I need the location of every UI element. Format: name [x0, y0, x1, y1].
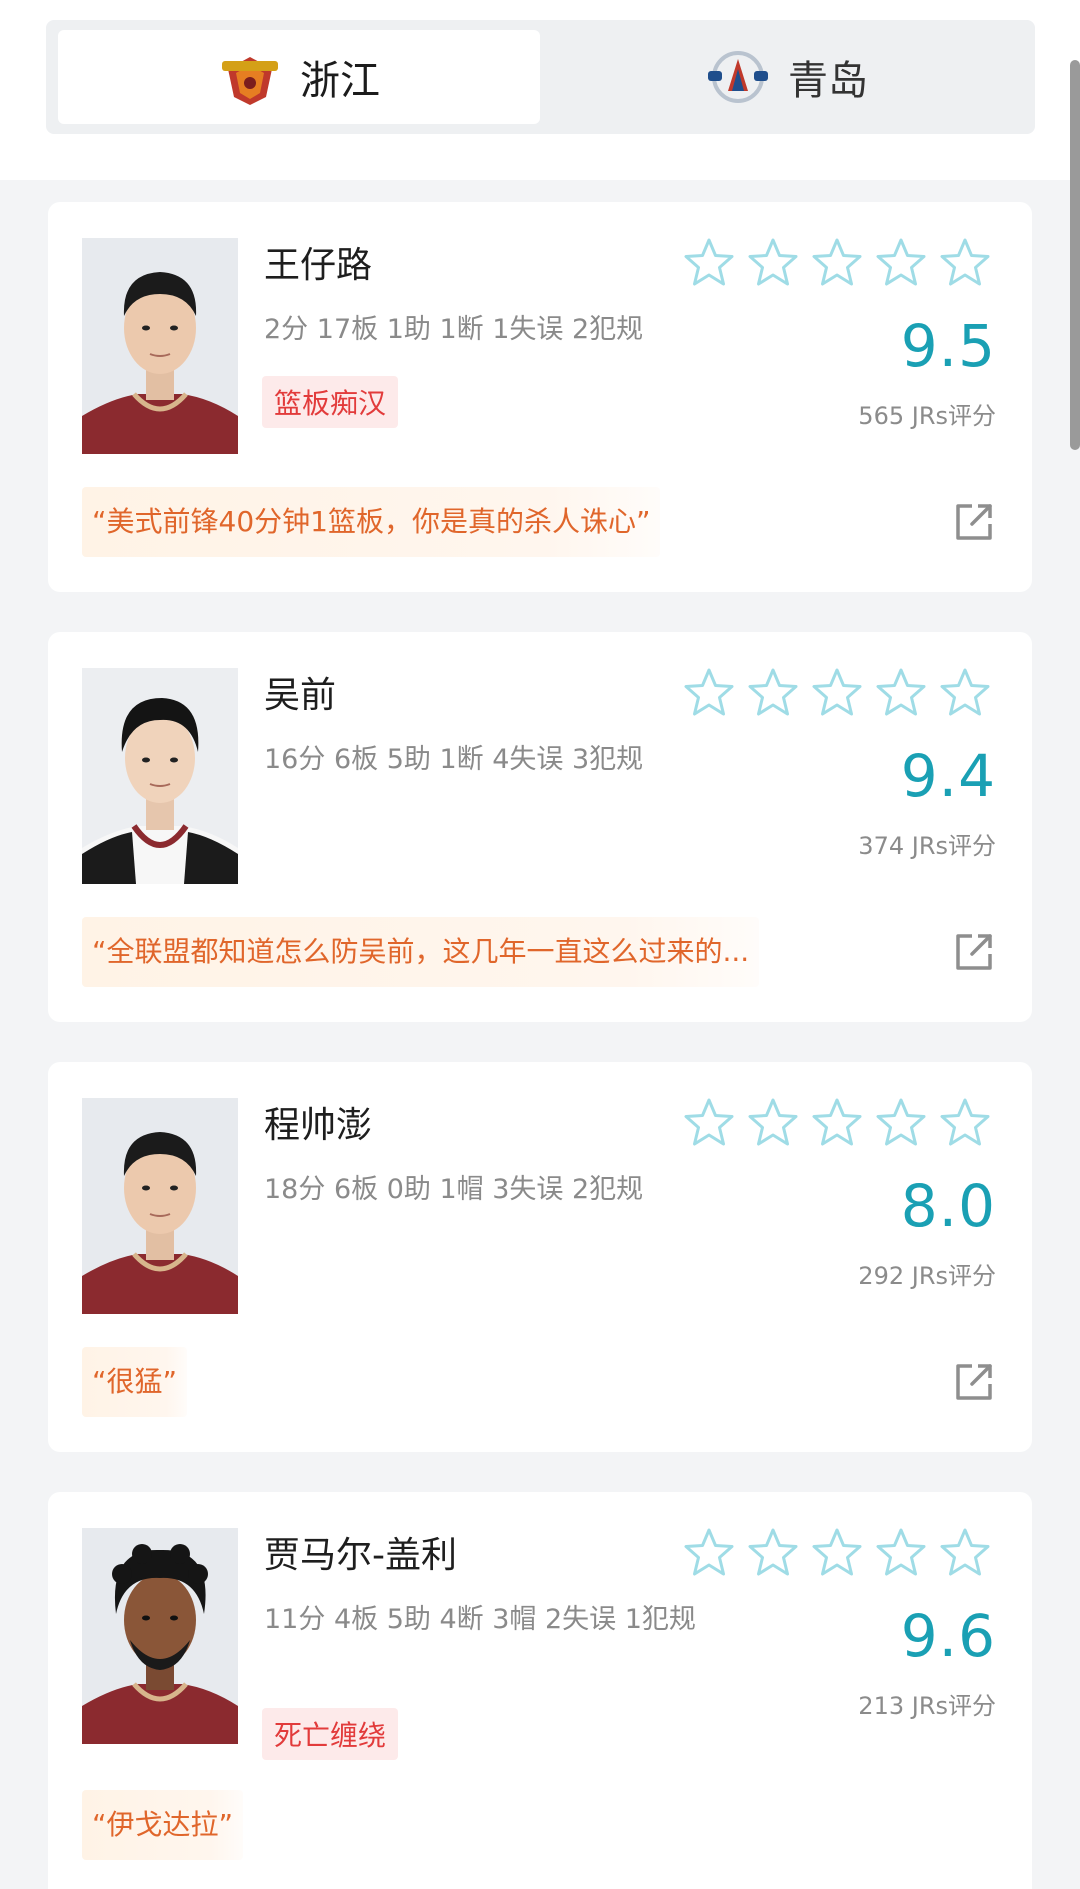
top-comment[interactable]: “全联盟都知道怎么防吴前，这几年一直这么过来的...: [82, 917, 760, 987]
star-icon[interactable]: [874, 236, 928, 290]
tab-zhejiang[interactable]: 浙江: [58, 30, 540, 124]
tab-label: 青岛: [788, 58, 868, 104]
player-avatar: [82, 238, 238, 454]
player-card[interactable]: 贾马尔-盖利 11分 4板 5助 4断 3帽 2失误 1犯规 死亡缠绕 9.6 …: [48, 1492, 1032, 1889]
player-stats: 11分 4板 5助 4断 3帽 2失误 1犯规: [264, 1604, 696, 1635]
star-icon[interactable]: [682, 666, 736, 720]
star-icon[interactable]: [938, 1526, 992, 1580]
star-icon[interactable]: [874, 1526, 928, 1580]
star-icon[interactable]: [810, 1096, 864, 1150]
star-icon[interactable]: [874, 666, 928, 720]
player-card[interactable]: 王仔路 2分 17板 1助 1断 1失误 2犯规 篮板痴汉 9.5 565 JR…: [48, 202, 1032, 592]
top-comment[interactable]: “很猛”: [82, 1347, 188, 1417]
top-comment[interactable]: “伊戈达拉”: [82, 1790, 244, 1860]
player-stats: 16分 6板 5助 1断 4失误 3犯规: [264, 744, 644, 775]
star-icon[interactable]: [810, 1526, 864, 1580]
player-score: 8.0: [900, 1172, 996, 1240]
player-stats: 2分 17板 1助 1断 1失误 2犯规: [264, 314, 644, 345]
star-icon[interactable]: [938, 1096, 992, 1150]
qingdao-eagles-logo-icon: [708, 51, 768, 103]
player-name: 王仔路: [264, 245, 373, 286]
star-icon[interactable]: [682, 1526, 736, 1580]
share-icon[interactable]: [952, 1360, 996, 1404]
player-tag: 篮板痴汉: [262, 376, 399, 428]
player-tag: 死亡缠绕: [262, 1708, 399, 1760]
player-card[interactable]: 吴前 16分 6板 5助 1断 4失误 3犯规 9.4 374 JRs评分 “全…: [48, 632, 1032, 1022]
player-score: 9.5: [900, 312, 996, 380]
rating-stars[interactable]: [682, 1526, 992, 1582]
star-icon[interactable]: [746, 236, 800, 290]
star-icon[interactable]: [810, 236, 864, 290]
rating-count: 292 JRs评分: [858, 1262, 996, 1290]
scrollbar-thumb[interactable]: [1070, 60, 1080, 450]
star-icon[interactable]: [746, 1096, 800, 1150]
share-icon[interactable]: [952, 500, 996, 544]
rating-stars[interactable]: [682, 666, 992, 722]
player-stats: 18分 6板 0助 1帽 3失误 2犯规: [264, 1174, 644, 1205]
player-card[interactable]: 程帅澎 18分 6板 0助 1帽 3失误 2犯规 8.0 292 JRs评分 “…: [48, 1062, 1032, 1452]
golden-bulls-logo-icon: [222, 57, 278, 105]
player-avatar: [82, 668, 238, 884]
rating-count: 213 JRs评分: [858, 1692, 996, 1720]
star-icon[interactable]: [746, 666, 800, 720]
rating-stars[interactable]: [682, 1096, 992, 1152]
player-name: 贾马尔-盖利: [264, 1535, 457, 1576]
top-comment[interactable]: “美式前锋40分钟1篮板，你是真的杀人诛心”: [82, 487, 661, 557]
share-icon[interactable]: [952, 930, 996, 974]
star-icon[interactable]: [938, 666, 992, 720]
star-icon[interactable]: [874, 1096, 928, 1150]
rating-stars[interactable]: [682, 236, 992, 292]
player-avatar: [82, 1098, 238, 1314]
team-tab-bar: 浙江 青岛: [0, 0, 1080, 180]
star-icon[interactable]: [746, 1526, 800, 1580]
player-avatar: [82, 1528, 238, 1744]
player-name: 程帅澎: [264, 1105, 373, 1146]
rating-count: 374 JRs评分: [858, 832, 996, 860]
tab-label: 浙江: [300, 58, 380, 104]
player-name: 吴前: [264, 675, 337, 716]
star-icon[interactable]: [810, 666, 864, 720]
rating-count: 565 JRs评分: [858, 402, 996, 430]
player-score: 9.6: [900, 1602, 996, 1670]
player-score: 9.4: [900, 742, 996, 810]
star-icon[interactable]: [682, 1096, 736, 1150]
team-tabs: 浙江 青岛: [46, 20, 1035, 134]
tab-qingdao[interactable]: 青岛: [546, 30, 1028, 124]
star-icon[interactable]: [938, 236, 992, 290]
star-icon[interactable]: [682, 236, 736, 290]
